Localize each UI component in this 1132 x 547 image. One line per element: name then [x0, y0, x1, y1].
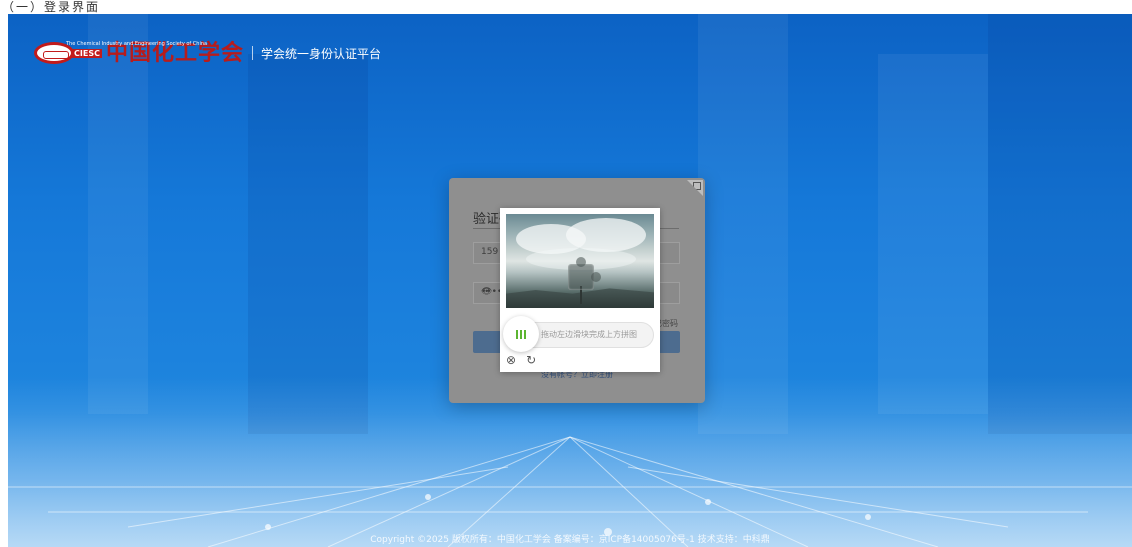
puzzle-slot	[568, 257, 601, 290]
login-page: CIESC 中国化工学会 学会统一身份认证平台 The Chemical Ind…	[8, 14, 1132, 547]
background-column	[878, 54, 988, 414]
captcha-image	[506, 214, 654, 308]
refresh-icon[interactable]: ↻	[526, 354, 536, 366]
background-column	[988, 14, 1132, 434]
phone-value: 159	[481, 247, 499, 257]
org-abbr: CIESC	[72, 48, 102, 58]
slider-knob-grip-icon[interactable]	[503, 316, 539, 352]
platform-name: 学会统一身份认证平台	[260, 46, 381, 61]
slider-captcha: 拖动左边滑块完成上方拼图 ⊗ ↻	[500, 208, 660, 372]
footer-copyright: Copyright ©2025 版权所有：中国化工学会 备案编号：京ICP备14…	[370, 535, 770, 545]
qr-login-corner-icon[interactable]	[687, 180, 703, 196]
document-caption-strip: （⼀）登录界⾯	[0, 0, 1132, 14]
close-circle-icon[interactable]: ⊗	[506, 354, 516, 366]
org-name-en: The Chemical Industry and Engineering So…	[66, 41, 208, 47]
brand-divider	[251, 46, 253, 60]
background-column	[88, 14, 148, 414]
document-caption: （⼀）登录界⾯	[2, 0, 101, 14]
background-column	[698, 14, 788, 434]
slider-hint: 拖动左边滑块完成上方拼图	[541, 330, 637, 339]
